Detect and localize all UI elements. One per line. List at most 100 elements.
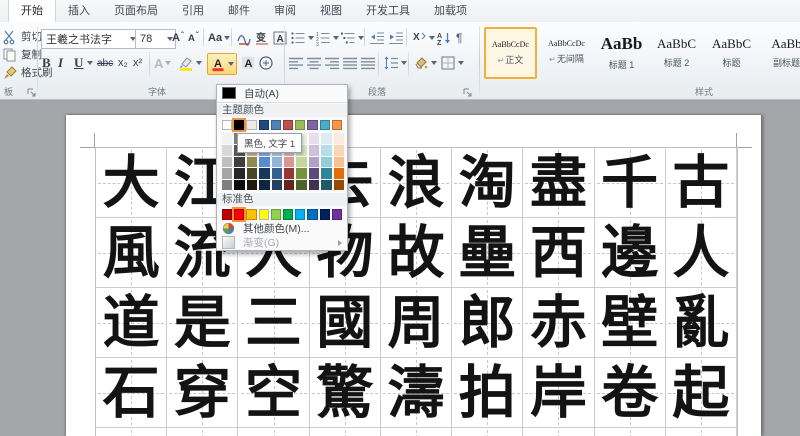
style-item-6[interactable]: AaBb副标题 <box>761 27 800 77</box>
bold-button[interactable]: B <box>42 54 51 72</box>
increase-indent-button[interactable] <box>388 29 404 47</box>
borders-button[interactable] <box>440 54 464 72</box>
tint-swatch[interactable] <box>334 145 344 156</box>
grid-cell[interactable]: 壁 <box>595 288 666 358</box>
change-case-button[interactable]: Aa <box>208 29 230 47</box>
grid-cell[interactable] <box>381 428 452 436</box>
tint-swatch[interactable] <box>309 145 319 156</box>
font-size-combo[interactable]: 78 <box>135 29 176 49</box>
align-left-button[interactable] <box>288 54 304 72</box>
numbering-button[interactable]: 123 <box>315 29 339 47</box>
tint-swatch[interactable] <box>247 180 257 191</box>
show-hide-marks-button[interactable]: ¶ <box>456 29 462 47</box>
tint-swatch[interactable] <box>296 168 306 179</box>
standard-color-swatch-8[interactable] <box>307 209 317 219</box>
tab-1[interactable]: 开始 <box>8 0 56 23</box>
tint-swatch[interactable] <box>321 145 331 156</box>
grid-cell[interactable]: 古 <box>666 148 737 218</box>
underline-button[interactable]: U <box>74 54 93 72</box>
clipboard-dialog-launcher[interactable] <box>26 87 37 98</box>
bullets-button[interactable] <box>290 29 314 47</box>
theme-color-swatch-10[interactable] <box>332 120 342 130</box>
enclose-characters-button[interactable] <box>258 54 274 72</box>
grid-cell[interactable]: 風 <box>96 218 167 288</box>
theme-color-swatch-3[interactable] <box>246 120 256 130</box>
standard-color-swatch-5[interactable] <box>271 209 281 219</box>
grid-cell[interactable]: 故 <box>381 218 452 288</box>
grid-cell[interactable]: 周 <box>381 288 452 358</box>
tab-2[interactable]: 插入 <box>56 0 102 22</box>
tint-swatch[interactable] <box>296 157 306 168</box>
grid-cell[interactable] <box>238 428 309 436</box>
grow-font-button[interactable]: Aˆ <box>172 29 184 47</box>
tint-swatch[interactable] <box>334 180 344 191</box>
standard-color-swatch-2[interactable] <box>234 209 244 219</box>
standard-color-swatch-4[interactable] <box>259 209 269 219</box>
character-border-button[interactable]: A <box>272 29 288 47</box>
theme-color-swatch-9[interactable] <box>320 120 330 130</box>
grid-cell[interactable]: 千 <box>595 148 666 218</box>
tint-swatch[interactable] <box>334 168 344 179</box>
grid-cell[interactable] <box>666 428 737 436</box>
grid-cell[interactable]: 大 <box>96 148 167 218</box>
grid-cell[interactable]: 國 <box>310 288 381 358</box>
grid-cell[interactable]: 淘 <box>452 148 523 218</box>
distribute-button[interactable] <box>360 54 376 72</box>
tint-swatch[interactable] <box>222 145 232 156</box>
tab-7[interactable]: 视图 <box>308 0 354 22</box>
sort-button[interactable]: AZ <box>436 29 452 47</box>
tint-swatch[interactable] <box>234 180 244 191</box>
grid-cell[interactable]: 起 <box>666 358 737 428</box>
tint-swatch[interactable] <box>272 168 282 179</box>
asian-layout-button[interactable]: X <box>411 29 435 47</box>
tab-4[interactable]: 引用 <box>170 0 216 22</box>
standard-color-swatch-6[interactable] <box>283 209 293 219</box>
theme-color-swatch-2[interactable] <box>234 120 244 130</box>
cut-button[interactable]: 剪切 <box>2 29 42 44</box>
page[interactable]: 大江東去浪淘盡千古風流人物故壘西邊人道是三國周郎赤壁亂石穿空驚濤拍岸卷起 <box>66 115 761 436</box>
grid-cell[interactable]: 石 <box>96 358 167 428</box>
grid-cell[interactable]: 空 <box>238 358 309 428</box>
grid-cell[interactable] <box>310 428 381 436</box>
strikethrough-button[interactable]: abc <box>97 54 113 72</box>
style-item-5[interactable]: AaBbC标题 <box>706 27 757 77</box>
style-item-2[interactable]: AaBbCcDc↵无间隔 <box>541 27 592 77</box>
grid-cell[interactable]: 驚 <box>310 358 381 428</box>
grid-cell[interactable]: 邊 <box>595 218 666 288</box>
automatic-color-item[interactable]: 自动(A) <box>217 85 347 101</box>
decrease-indent-button[interactable] <box>369 29 385 47</box>
shading-button[interactable] <box>413 54 437 72</box>
tint-swatch[interactable] <box>296 180 306 191</box>
character-scaling-button[interactable]: 变 <box>254 29 270 47</box>
tint-swatch[interactable] <box>321 133 331 144</box>
font-name-combo[interactable]: 王羲之书法字 <box>41 29 139 49</box>
subscript-button[interactable]: x₂ <box>118 54 128 72</box>
multilevel-list-button[interactable] <box>340 29 364 47</box>
tint-swatch[interactable] <box>309 180 319 191</box>
grid-cell[interactable]: 岸 <box>523 358 594 428</box>
italic-button[interactable]: I <box>58 54 63 72</box>
grid-cell[interactable]: 西 <box>523 218 594 288</box>
grid-cell[interactable]: 浪 <box>381 148 452 218</box>
style-item-4[interactable]: AaBbC标题 2 <box>651 27 702 77</box>
grid-cell[interactable] <box>167 428 238 436</box>
line-spacing-button[interactable] <box>383 54 407 72</box>
tint-swatch[interactable] <box>272 180 282 191</box>
tint-swatch[interactable] <box>309 133 319 144</box>
character-shading-button[interactable]: A <box>240 54 256 72</box>
theme-color-swatch-5[interactable] <box>271 120 281 130</box>
tint-swatch[interactable] <box>284 168 294 179</box>
tint-swatch[interactable] <box>321 180 331 191</box>
tint-swatch[interactable] <box>259 180 269 191</box>
grid-cell[interactable]: 拍 <box>452 358 523 428</box>
text-effects-button[interactable]: A <box>154 54 171 72</box>
tint-swatch[interactable] <box>309 157 319 168</box>
shrink-font-button[interactable]: Aˇ <box>188 29 199 47</box>
tab-8[interactable]: 开发工具 <box>354 0 422 22</box>
highlight-color-button[interactable] <box>178 54 202 72</box>
tint-swatch[interactable] <box>284 180 294 191</box>
theme-color-swatch-7[interactable] <box>295 120 305 130</box>
copy-button[interactable]: 复制 <box>2 47 42 62</box>
grid-cell[interactable]: 人 <box>666 218 737 288</box>
theme-color-swatch-6[interactable] <box>283 120 293 130</box>
